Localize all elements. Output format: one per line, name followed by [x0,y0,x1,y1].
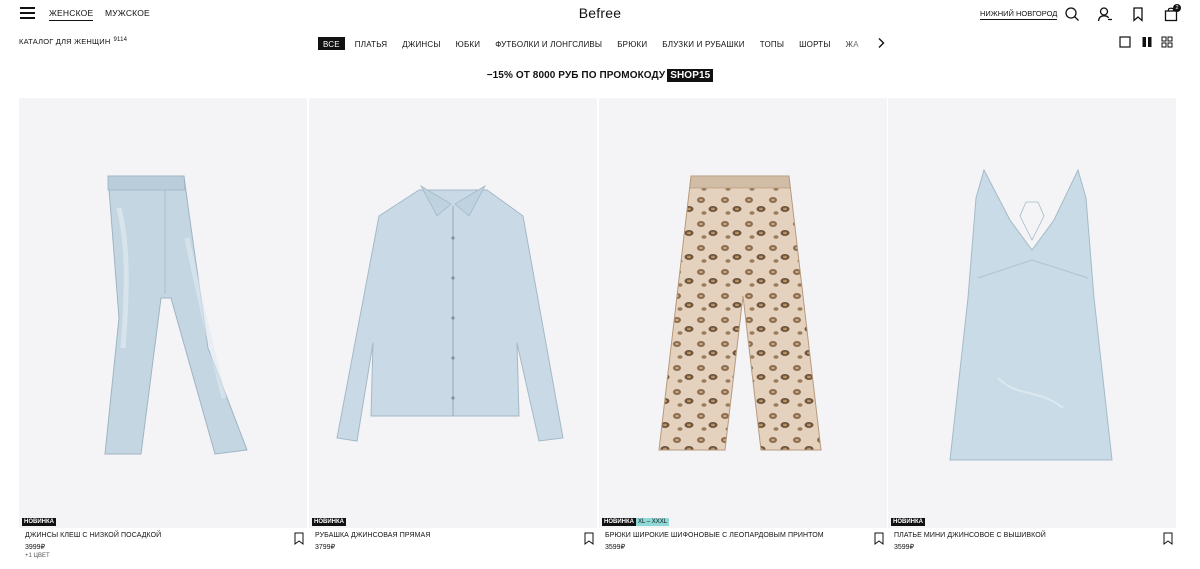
product-badges: НОВИНКА [891,518,925,526]
bookmark-icon[interactable] [294,532,304,545]
product-price: 3599₽ [894,544,915,551]
product-price: 3999₽ [25,544,46,551]
city-selector[interactable]: НИЖНИЙ НОВГОРОД [980,9,1058,20]
product-badges: НОВИНКА [22,518,56,526]
two-column-view-icon[interactable] [1141,36,1153,48]
category-tab-blouses[interactable]: БЛУЗКИ И РУБАШКИ [657,37,749,50]
category-tab-trousers[interactable]: БРЮКИ [612,37,652,50]
bookmark-icon[interactable] [1163,532,1173,545]
product-price: 3799₽ [315,544,336,551]
product-card: НОВИНКА XL – XXXL БРЮКИ ШИРОКИЕ ШИФОНОВЫЕ… [599,98,887,569]
product-card: НОВИНКА ДЖИНСЫ КЛЕШ С НИЗКОЙ ПОСАДКОЙ 39… [19,98,307,569]
product-image-flared-jeans[interactable] [19,98,307,528]
category-tab-jeans[interactable]: ДЖИНСЫ [397,37,445,50]
category-tab-all[interactable]: ВСЕ [318,37,345,50]
cart-count-badge: 2 [1173,4,1181,12]
site-header: ЖЕНСКОЕ МУЖСКОЕ Befree НИЖНИЙ НОВГОРОД 2 [0,0,1200,28]
product-name[interactable]: РУБАШКА ДЖИНСОВАЯ ПРЯМАЯ [315,532,430,539]
new-badge: НОВИНКА [602,518,636,526]
category-tab-dresses[interactable]: ПЛАТЬЯ [350,37,392,50]
category-tab-skirts[interactable]: ЮБКИ [451,37,486,50]
bookmark-icon[interactable] [584,532,594,545]
product-badges: НОВИНКА [312,518,346,526]
brand-logo[interactable]: Befree [579,5,621,21]
product-image-leopard-trousers[interactable] [599,98,887,528]
bookmark-icon[interactable] [1130,6,1146,22]
new-badge: НОВИНКА [22,518,56,526]
product-name[interactable]: ДЖИНСЫ КЛЕШ С НИЗКОЙ ПОСАДКОЙ [25,532,161,539]
catalog-count: 9114 [113,37,128,43]
catalog-title: КАТАЛОГ ДЛЯ ЖЕНЩИН 9114 [19,37,127,46]
product-image-denim-shirt[interactable] [309,98,597,528]
new-badge: НОВИНКА [891,518,925,526]
category-tab-tops[interactable]: ТОПЫ [755,37,789,50]
product-colors-count[interactable]: +1 ЦВЕТ [25,553,50,559]
category-tabs: ВСЕ ПЛАТЬЯ ДЖИНСЫ ЮБКИ ФУТБОЛКИ И ЛОНГСЛИВЫ Б… [318,34,874,50]
product-name[interactable]: ПЛАТЬЕ МИНИ ДЖИНСОВОЕ С ВЫШИВКОЙ [894,532,1046,539]
four-grid-view-icon[interactable] [1161,36,1173,48]
category-tab-shorts[interactable]: ШОРТЫ [794,37,836,50]
product-name[interactable]: БРЮКИ ШИРОКИЕ ШИФОНОВЫЕ С ЛЕОПАРДОВЫМ ПР… [605,532,824,539]
search-icon[interactable] [1064,6,1080,22]
single-view-icon[interactable] [1119,36,1131,48]
product-card: НОВИНКА ПЛАТЬЕ МИНИ ДЖИНСОВОЕ С ВЫШИВКОЙ… [888,98,1176,569]
new-badge: НОВИНКА [312,518,346,526]
user-icon[interactable] [1097,6,1113,22]
product-card: НОВИНКА РУБАШКА ДЖИНСОВАЯ ПРЯМАЯ 3799₽ [309,98,597,569]
chevron-right-icon[interactable] [876,36,886,48]
product-price: 3599₽ [605,544,626,551]
promo-text: −15% ОТ 8000 РУБ ПО ПРОМОКОДУ [486,70,666,81]
promo-banner: −15% ОТ 8000 РУБ ПО ПРОМОКОДУ SHOP15 [0,69,1200,82]
catalog-title-text: КАТАЛОГ ДЛЯ ЖЕНЩИН [19,37,111,46]
category-tab-tshirts[interactable]: ФУТБОЛКИ И ЛОНГСЛИВЫ [490,37,607,50]
product-image-denim-mini-dress[interactable] [888,98,1176,528]
category-tabs-fade [844,34,874,50]
size-range-badge: XL – XXXL [635,518,670,526]
cart-icon[interactable]: 2 [1163,4,1181,22]
product-badges: НОВИНКА XL – XXXL [602,518,670,526]
promo-code: SHOP15 [667,69,714,82]
bookmark-icon[interactable] [874,532,884,545]
